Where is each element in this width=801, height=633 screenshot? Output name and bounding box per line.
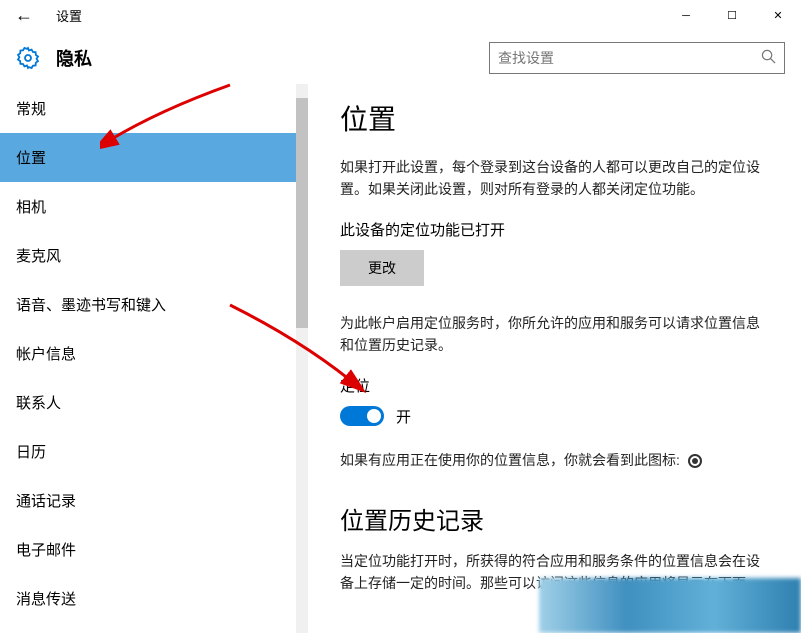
- sidebar-item-callhistory[interactable]: 通话记录: [0, 476, 308, 525]
- window-title: 设置: [56, 6, 82, 25]
- maximize-button[interactable]: ☐: [709, 0, 755, 32]
- section-heading: 位置: [340, 98, 769, 138]
- sidebar-item-email[interactable]: 电子邮件: [0, 525, 308, 574]
- search-icon: [761, 49, 776, 67]
- sidebar-item-location[interactable]: 位置: [0, 133, 308, 182]
- search-input[interactable]: [498, 50, 761, 66]
- sidebar-item-radios[interactable]: 无线电收发器: [0, 623, 308, 633]
- sidebar-scrollbar[interactable]: [296, 84, 308, 633]
- sidebar-item-speech[interactable]: 语音、墨迹书写和键入: [0, 280, 308, 329]
- search-box[interactable]: [489, 42, 785, 74]
- close-button[interactable]: ✕: [755, 0, 801, 32]
- gear-icon: [16, 46, 40, 70]
- history-heading: 位置历史记录: [340, 501, 769, 536]
- toggle-label: 定位: [340, 375, 769, 396]
- location-use-icon: [688, 454, 702, 468]
- caption-buttons: ─ ☐ ✕: [663, 0, 801, 32]
- location-toggle[interactable]: [340, 406, 384, 426]
- minimize-button[interactable]: ─: [663, 0, 709, 32]
- toggle-knob: [367, 409, 381, 423]
- toggle-state: 开: [396, 406, 411, 427]
- sidebar-item-microphone[interactable]: 麦克风: [0, 231, 308, 280]
- sidebar-item-calendar[interactable]: 日历: [0, 427, 308, 476]
- sidebar-item-contacts[interactable]: 联系人: [0, 378, 308, 427]
- scrollbar-thumb[interactable]: [296, 98, 308, 328]
- services-note: 为此帐户启用定位服务时，你所允许的应用和服务可以请求位置信息和位置历史记录。: [340, 312, 769, 357]
- device-status-label: 此设备的定位功能已打开: [340, 219, 769, 240]
- page-category: 隐私: [56, 45, 92, 71]
- blurred-region: [539, 578, 801, 633]
- content-panel: 位置 如果打开此设置，每个登录到这台设备的人都可以更改自己的定位设置。如果关闭此…: [308, 84, 801, 633]
- intro-text: 如果打开此设置，每个登录到这台设备的人都可以更改自己的定位设置。如果关闭此设置，…: [340, 156, 769, 201]
- sidebar-item-camera[interactable]: 相机: [0, 182, 308, 231]
- change-button[interactable]: 更改: [340, 250, 424, 286]
- titlebar: ← 设置 ─ ☐ ✕: [0, 0, 801, 32]
- sidebar: 常规 位置 相机 麦克风 语音、墨迹书写和键入 帐户信息 联系人 日历 通话记录…: [0, 84, 308, 633]
- sidebar-item-account[interactable]: 帐户信息: [0, 329, 308, 378]
- sidebar-item-messaging[interactable]: 消息传送: [0, 574, 308, 623]
- sidebar-item-general[interactable]: 常规: [0, 84, 308, 133]
- header: 隐私: [0, 32, 801, 84]
- icon-note: 如果有应用正在使用你的位置信息，你就会看到此图标:: [340, 449, 769, 471]
- back-button[interactable]: ←: [0, 0, 48, 32]
